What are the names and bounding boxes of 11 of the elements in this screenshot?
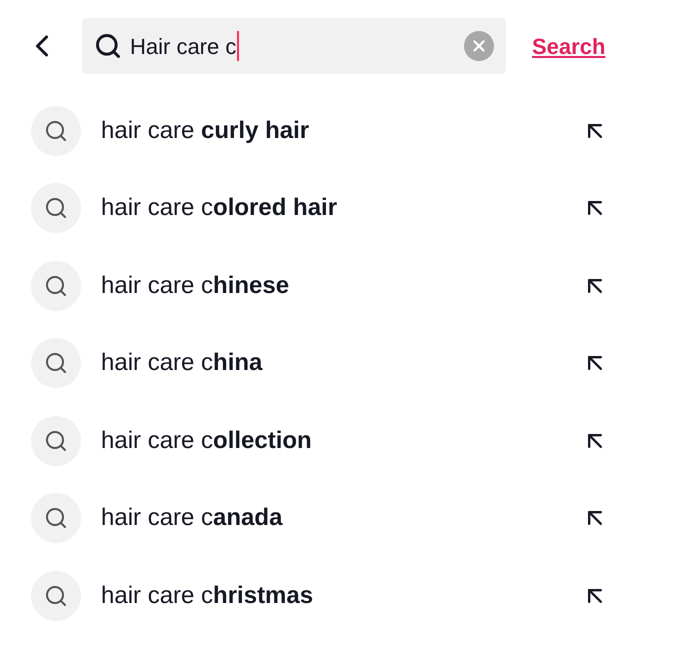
suggestion-text[interactable]: hair care china bbox=[101, 345, 581, 382]
suggestion-text[interactable]: hair care collection bbox=[101, 422, 581, 459]
search-icon bbox=[94, 32, 122, 60]
suggestion-text[interactable]: hair care chinese bbox=[101, 268, 581, 304]
suggestion-text[interactable]: hair care christmas bbox=[101, 578, 581, 614]
suggestion-text[interactable]: hair care canada bbox=[101, 500, 581, 536]
search-input[interactable]: Hair care c bbox=[130, 30, 236, 62]
search-field[interactable]: Hair care c bbox=[82, 18, 506, 74]
suggestion-text[interactable]: hair care curly hair bbox=[101, 112, 581, 149]
suggestion-text[interactable]: hair care colored hair bbox=[101, 190, 581, 226]
search-link[interactable]: Search bbox=[532, 30, 606, 62]
